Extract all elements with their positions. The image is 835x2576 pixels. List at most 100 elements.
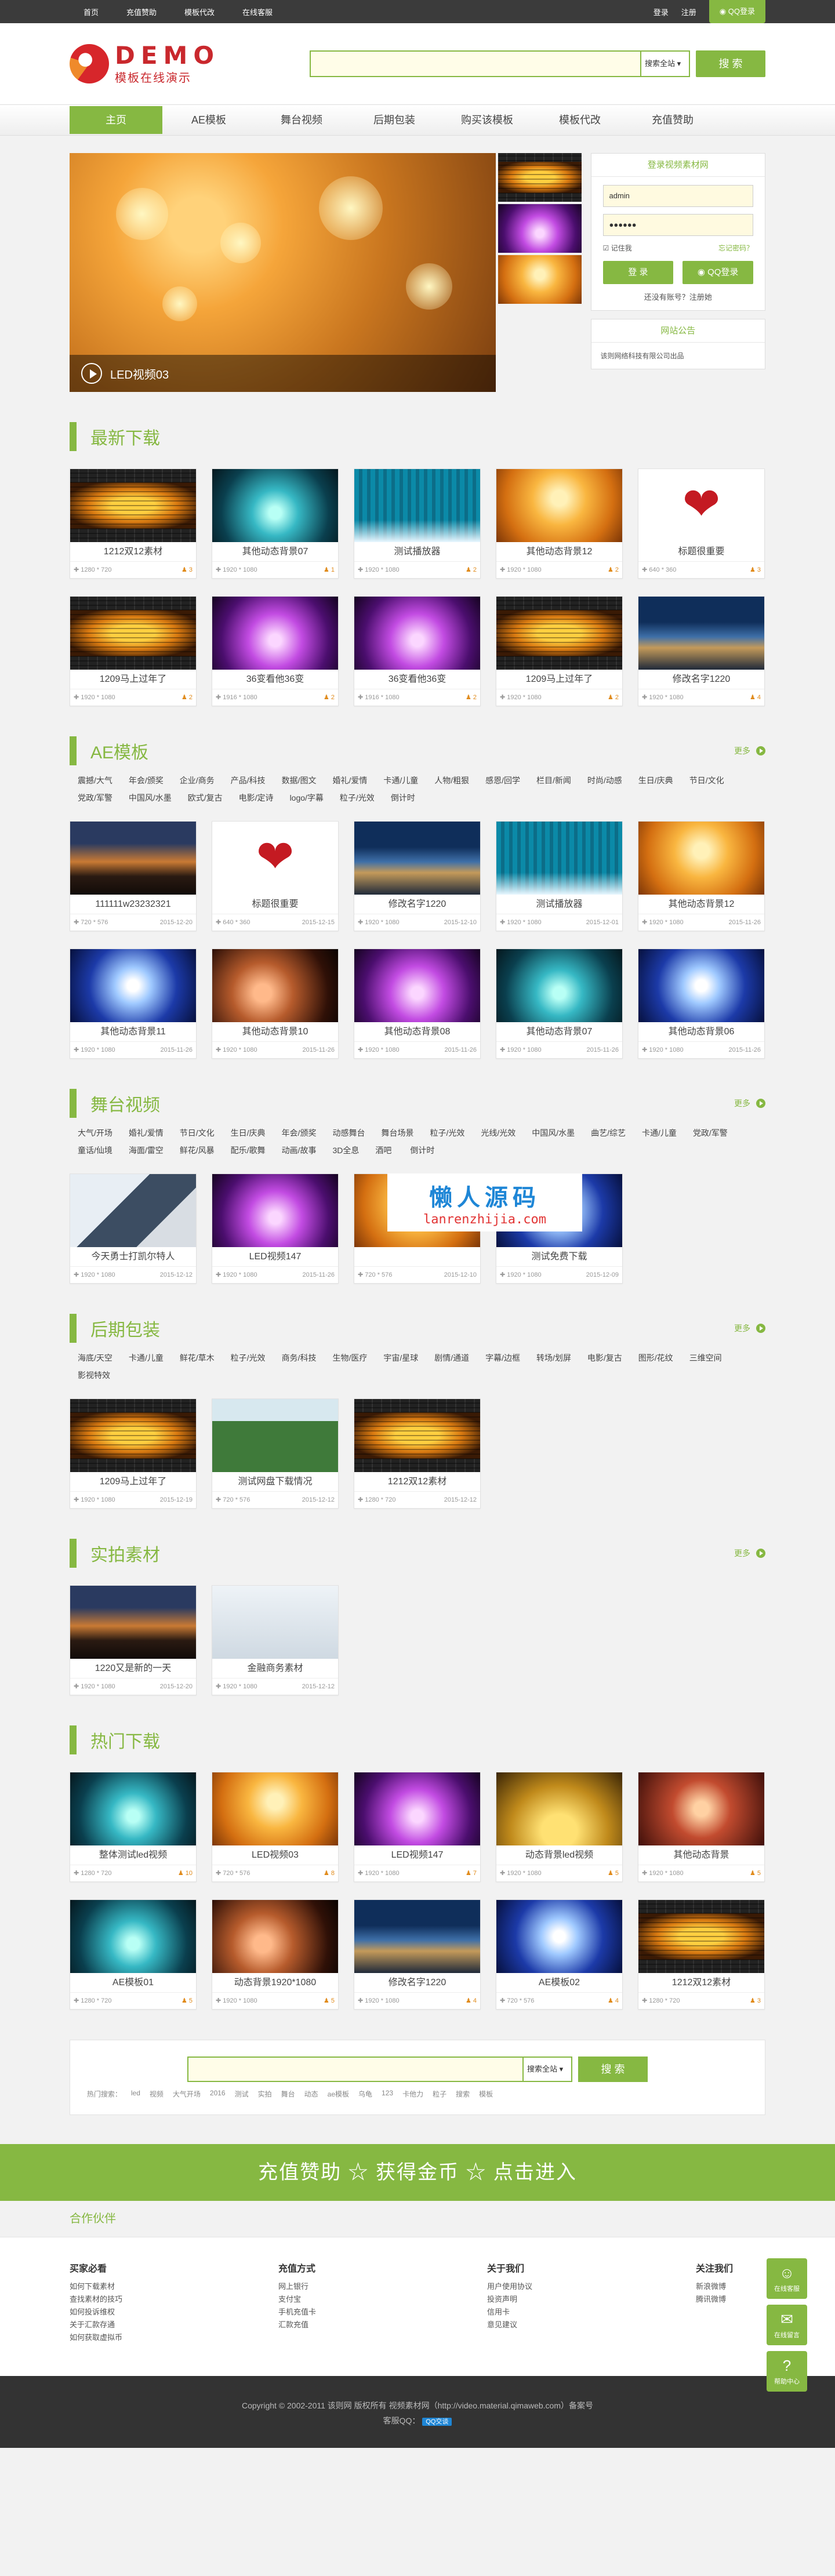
video-thumbnail[interactable] — [212, 949, 338, 1022]
video-card[interactable]: 1212双12素材 ✚ 1280 * 720 2015-12-12 — [354, 1398, 481, 1509]
video-thumbnail[interactable] — [70, 1399, 196, 1472]
tag-link[interactable]: 光线/光效 — [473, 1127, 524, 1139]
video-title[interactable]: 金融商务素材 — [212, 1659, 338, 1678]
hot-word[interactable]: 粒子 — [433, 2089, 446, 2099]
nav-item[interactable]: 模板代改 — [533, 105, 626, 136]
video-thumbnail[interactable] — [496, 822, 622, 895]
video-title[interactable]: 其他动态背景12 — [496, 542, 622, 562]
tag-link[interactable]: 节日/文化 — [681, 775, 732, 786]
video-card[interactable]: 1212双12素材 ✚ 1280 * 720 ♟ 3 — [638, 1899, 765, 2010]
video-title[interactable]: AE模板01 — [70, 1973, 196, 1993]
tag-link[interactable]: 年会/颁奖 — [274, 1127, 325, 1139]
tag-link[interactable]: 党政/军警 — [70, 792, 121, 804]
video-card[interactable]: 测试网盘下载情况 ✚ 720 * 576 2015-12-12 — [212, 1398, 339, 1509]
tag-link[interactable]: 婚礼/爱情 — [121, 1127, 172, 1139]
video-thumbnail[interactable] — [354, 949, 480, 1022]
video-title[interactable]: 其他动态背景06 — [638, 1022, 764, 1042]
tag-link[interactable]: 生日/庆典 — [223, 1127, 274, 1139]
footer-link[interactable]: 查找素材的技巧 — [70, 2293, 278, 2306]
video-title[interactable]: 1212双12素材 — [354, 1472, 480, 1492]
video-thumbnail[interactable] — [354, 597, 480, 670]
tag-link[interactable]: 卡通/儿童 — [375, 775, 426, 786]
tag-link[interactable]: 动画/故事 — [274, 1145, 325, 1156]
password-field[interactable]: ●●●●●● — [602, 214, 753, 236]
hot-word[interactable]: 舞台 — [281, 2089, 295, 2099]
top-link[interactable]: 充值赞助 — [126, 6, 157, 17]
video-card[interactable]: 其他动态背景11 ✚ 1920 * 1080 2015-11-26 — [70, 949, 197, 1059]
video-card[interactable]: 标题很重要 ✚ 640 * 360 2015-12-15 — [212, 821, 339, 931]
slider-thumb[interactable] — [498, 153, 582, 202]
video-card[interactable]: AE模板01 ✚ 1280 * 720 ♟ 5 — [70, 1899, 197, 2010]
video-thumbnail[interactable] — [496, 949, 622, 1022]
video-title[interactable]: 修改名字1220 — [354, 1973, 480, 1993]
video-card[interactable]: 1209马上过年了 ✚ 1920 * 1080 2015-12-19 — [70, 1398, 197, 1509]
video-thumbnail[interactable] — [70, 1772, 196, 1845]
top-link[interactable]: 模板代改 — [184, 6, 215, 17]
video-title[interactable]: 1220又是新的一天 — [70, 1659, 196, 1678]
footer-link[interactable]: 手机充值卡 — [278, 2306, 487, 2319]
video-thumbnail[interactable] — [638, 1772, 764, 1845]
video-card[interactable]: 金融商务素材 ✚ 1920 * 1080 2015-12-12 — [212, 1585, 339, 1695]
video-thumbnail[interactable] — [638, 597, 764, 670]
video-title[interactable]: 36变看他36变 — [212, 670, 338, 689]
video-title[interactable]: 修改名字1220 — [354, 895, 480, 914]
video-title[interactable]: 其他动态背景07 — [496, 1022, 622, 1042]
video-title[interactable]: 1212双12素材 — [638, 1973, 764, 1993]
tag-link[interactable]: 栏目/新闻 — [528, 775, 579, 786]
video-thumbnail[interactable] — [212, 1900, 338, 1973]
footer-link[interactable]: 如何投诉维权 — [70, 2306, 278, 2319]
tag-link[interactable]: 大气/开场 — [70, 1127, 121, 1139]
video-card[interactable]: 修改名字1220 ✚ 1920 * 1080 2015-12-10 — [354, 821, 481, 931]
video-title[interactable]: 1212双12素材 — [70, 542, 196, 562]
footer-link[interactable]: 意见建议 — [487, 2319, 696, 2331]
video-title[interactable]: 1209马上过年了 — [496, 670, 622, 689]
video-card[interactable]: 36变看他36变 ✚ 1916 * 1080 ♟ 2 — [354, 596, 481, 706]
video-thumbnail[interactable] — [212, 1772, 338, 1845]
footer-link[interactable]: 腾讯微博 — [696, 2293, 765, 2306]
tag-link[interactable]: 童话/仙境 — [70, 1145, 121, 1156]
tag-link[interactable]: 震撼/大气 — [70, 775, 121, 786]
hot-word[interactable]: 动态 — [304, 2089, 318, 2099]
video-thumbnail[interactable] — [212, 469, 338, 542]
footer-link[interactable]: 关于汇款存通 — [70, 2319, 278, 2331]
video-thumbnail[interactable] — [638, 1900, 764, 1973]
tag-link[interactable]: 3D全息 — [324, 1145, 367, 1156]
tag-link[interactable]: 字幕/边框 — [477, 1352, 528, 1364]
search-scope-select[interactable]: 搜索全站 ▾ — [640, 50, 690, 77]
video-thumbnail[interactable] — [212, 1174, 338, 1247]
tag-link[interactable]: 电影/复古 — [579, 1352, 630, 1364]
video-title[interactable]: 标题很重要 — [638, 542, 764, 562]
video-thumbnail[interactable] — [496, 1772, 622, 1845]
video-title[interactable] — [354, 1247, 480, 1267]
video-thumbnail[interactable] — [70, 597, 196, 670]
video-title[interactable]: 修改名字1220 — [638, 670, 764, 689]
site-logo[interactable]: DEMO 模板在线演示 — [70, 42, 220, 85]
video-thumbnail[interactable] — [496, 1900, 622, 1973]
tag-link[interactable]: 三维空间 — [681, 1352, 730, 1364]
video-title[interactable]: 测试播放器 — [496, 895, 622, 914]
tag-link[interactable]: 感恩/回学 — [477, 775, 528, 786]
video-title[interactable]: LED视频147 — [354, 1845, 480, 1865]
top-link[interactable]: 首页 — [84, 6, 99, 17]
video-title[interactable]: 其他动态背景10 — [212, 1022, 338, 1042]
notice-text[interactable]: 该则网络科技有限公司出品 — [591, 343, 765, 369]
video-card[interactable]: 其他动态背景10 ✚ 1920 * 1080 2015-11-26 — [212, 949, 339, 1059]
video-thumbnail[interactable] — [496, 597, 622, 670]
footer-link[interactable]: 新浪微博 — [696, 2280, 765, 2293]
tag-link[interactable]: 卡通/儿童 — [121, 1352, 172, 1364]
tag-link[interactable]: 卡通/儿童 — [634, 1127, 685, 1139]
nav-item[interactable]: 舞台视频 — [255, 105, 348, 136]
nav-item[interactable]: AE模板 — [162, 105, 255, 136]
video-title[interactable]: 1209马上过年了 — [70, 1472, 196, 1492]
video-card[interactable]: 其他动态背景 ✚ 1920 * 1080 ♟ 5 — [638, 1772, 765, 1882]
remember-checkbox[interactable]: ☑ 记住我 — [603, 243, 632, 253]
video-title[interactable]: 36变看他36变 — [354, 670, 480, 689]
qq-login-button[interactable]: ◉ QQ登录 — [709, 0, 765, 23]
tag-link[interactable]: 动感舞台 — [324, 1127, 373, 1139]
top-link[interactable]: 在线客服 — [242, 6, 273, 17]
tag-link[interactable]: 商务/科技 — [274, 1352, 325, 1364]
footer-link[interactable]: 信用卡 — [487, 2306, 696, 2319]
search-input[interactable] — [310, 50, 640, 77]
footer-link[interactable]: 网上银行 — [278, 2280, 487, 2293]
login-button[interactable]: 登 录 — [602, 261, 674, 284]
